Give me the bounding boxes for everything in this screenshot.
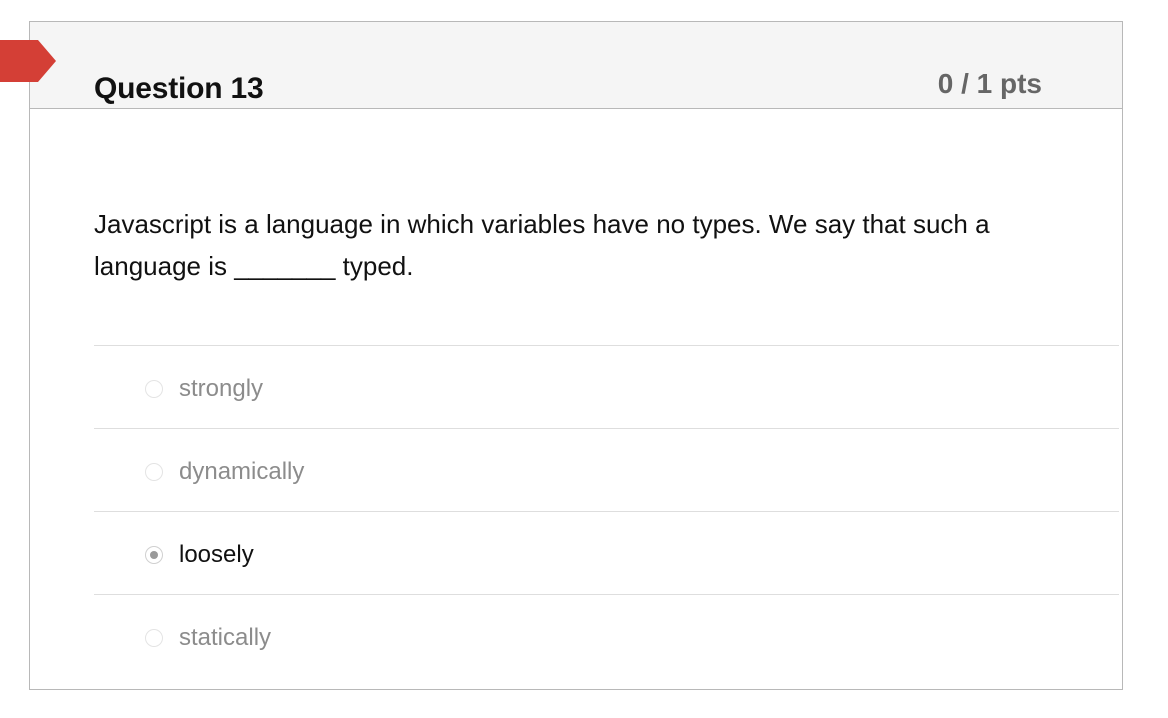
- answer-label[interactable]: strongly: [179, 375, 263, 403]
- question-card: Question 13 0 / 1 pts Javascript is a la…: [29, 21, 1123, 690]
- answer-option[interactable]: statically: [94, 594, 1119, 677]
- answer-label[interactable]: loosely: [179, 541, 254, 569]
- answer-option[interactable]: loosely: [94, 511, 1119, 594]
- answer-option[interactable]: dynamically: [94, 428, 1119, 511]
- question-text: Javascript is a language in which variab…: [94, 209, 990, 281]
- quiz-page: Question 13 0 / 1 pts Javascript is a la…: [0, 0, 1168, 718]
- question-title: Question 13: [94, 72, 264, 105]
- answer-label[interactable]: dynamically: [179, 458, 304, 486]
- radio-button-selected[interactable]: [145, 546, 163, 564]
- question-header: Question 13 0 / 1 pts: [30, 22, 1122, 109]
- radio-button[interactable]: [145, 380, 163, 398]
- question-points: 0 / 1 pts: [937, 68, 1042, 99]
- answer-list: strongly dynamically loosely statically: [94, 345, 1119, 677]
- question-flag-icon: [0, 40, 56, 82]
- radio-button[interactable]: [145, 629, 163, 647]
- radio-button[interactable]: [145, 463, 163, 481]
- answer-option[interactable]: strongly: [94, 345, 1119, 428]
- answer-label[interactable]: statically: [179, 624, 271, 652]
